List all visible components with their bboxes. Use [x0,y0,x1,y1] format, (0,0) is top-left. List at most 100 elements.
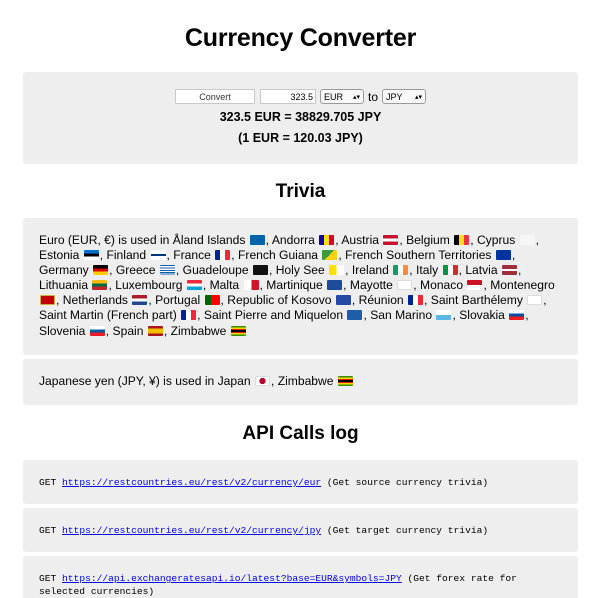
country-name: Zimbabwe [170,323,227,338]
flag-re-icon [408,295,424,306]
country-name: French Southern Territories [345,248,492,263]
flag-lv-icon [501,265,517,276]
target-currency-trivia: Japanese yen (JPY, ¥) is used in Japan ,… [23,359,578,405]
country-name: Luxembourg [115,278,183,293]
flag-lt-icon [92,280,108,291]
flag-sk-icon [509,310,525,321]
api-log-entry: GET https://api.exchangeratesapi.io/late… [23,556,578,598]
country-name: Guadeloupe [182,263,249,278]
flag-gr-icon [159,265,175,276]
country-name: Monaco [420,278,464,293]
flag-sm-icon [436,310,452,321]
country-name: Saint Martin (French part) [39,308,177,323]
country-name: Slovakia [459,308,505,323]
country-name: Belgium [406,233,450,247]
flag-tf-icon [495,250,511,261]
flag-mq-icon [327,280,343,291]
flag-ad-icon [319,235,335,245]
flag-va-icon [329,265,345,276]
country-name: Holy See [275,263,325,278]
flag-nl-icon [132,295,148,306]
country-name: Zimbabwe [277,374,334,388]
flag-me-icon [40,295,55,306]
api-url-link[interactable]: https://api.exchangeratesapi.io/latest?b… [62,573,402,584]
flag-mf-icon [181,310,197,321]
api-log-heading: API Calls log [242,423,359,444]
country-name: Greece [115,263,156,278]
country-name: Åland Islands [172,233,246,247]
from-currency-select[interactable]: EUR ▴▾ [319,89,364,104]
country-name: Ireland [351,263,389,278]
country-name: Spain [112,323,144,338]
country-name: Montenegro [490,278,555,293]
flag-ax-icon [249,235,265,245]
country-name: Japan [217,374,251,388]
flag-pm-icon [347,310,363,321]
country-name: Germany [39,263,89,278]
country-name: Saint Pierre and Miquelon [203,308,344,323]
flag-gf-icon [322,250,338,261]
flag-bl-icon [527,295,543,306]
to-label: to [367,89,378,104]
country-name: Austria [341,233,379,247]
country-name: Saint Barthélemy [430,293,523,308]
flag-mc-icon [467,280,483,291]
convert-button[interactable]: Convert [174,89,255,104]
flag-zw-icon [337,376,353,386]
flag-pt-icon [204,295,220,306]
country-name: Estonia [39,248,80,263]
country-name: Cyprus [476,233,516,247]
country-name: Martinique [266,278,323,293]
country-name: Netherlands [62,293,128,308]
country-name: Portugal [155,293,201,308]
flag-jp-icon [254,376,270,386]
amount-input[interactable] [259,89,316,104]
country-name: Malta [209,278,240,293]
api-method: GET [39,525,57,536]
country-name: Italy [416,263,439,278]
country-name: Lithuania [39,278,89,293]
to-currency-value: JPY [386,91,403,102]
country-name: France [173,248,211,263]
flag-at-icon [383,235,399,245]
conversion-rate: (1 EUR = 120.03 JPY) [238,131,363,145]
trivia-heading: Trivia [275,181,326,202]
converter-panel: Convert EUR ▴▾ to JPY ▴▾ 323.5 EUR = 388… [23,72,578,164]
api-log-entry: GET https://restcountries.eu/rest/v2/cur… [23,508,578,552]
converter-controls: Convert EUR ▴▾ to JPY ▴▾ [23,89,578,104]
chevron-updown-icon: ▴▾ [414,93,422,101]
to-currency-select[interactable]: JPY ▴▾ [382,89,426,104]
api-note: (Get target currency trivia) [326,525,489,536]
flag-xk-icon [335,295,351,306]
flag-be-icon [454,235,470,245]
flag-fr-icon [215,250,231,261]
country-name: Slovenia [39,323,86,338]
flag-fi-icon [150,250,166,261]
chevron-updown-icon: ▴▾ [352,93,360,101]
flag-ee-icon [83,250,99,261]
target-country-list: Japan , Zimbabwe [218,374,354,388]
flag-cy-icon [519,235,535,245]
flag-ie-icon [393,265,409,276]
country-name: Réunion [358,293,404,308]
country-name: Andorra [271,233,315,247]
country-name: Republic of Kosovo [227,293,332,308]
flag-lu-icon [186,280,202,291]
app-frame: Currency Converter Convert EUR ▴▾ to JPY… [8,0,593,598]
country-name: San Marino [370,308,433,323]
country-name: Mayotte [349,278,393,293]
country-name: Finland [106,248,147,263]
flag-si-icon [89,325,105,336]
api-url-link[interactable]: https://restcountries.eu/rest/v2/currenc… [62,525,321,536]
flag-mt-icon [243,280,259,291]
api-method: GET [39,477,57,488]
from-currency-value: EUR [323,91,343,102]
source-currency-trivia: Euro (EUR, €) is used in Åland Islands ,… [23,218,578,355]
page-title: Currency Converter [184,24,417,52]
api-note: (Get source currency trivia) [326,477,489,488]
api-url-link[interactable]: https://restcountries.eu/rest/v2/currenc… [62,477,321,488]
conversion-result: 323.5 EUR = 38829.705 JPY [219,110,382,124]
flag-es-icon [147,325,163,336]
flag-yt-icon [397,280,413,291]
country-name: French Guiana [238,248,319,263]
